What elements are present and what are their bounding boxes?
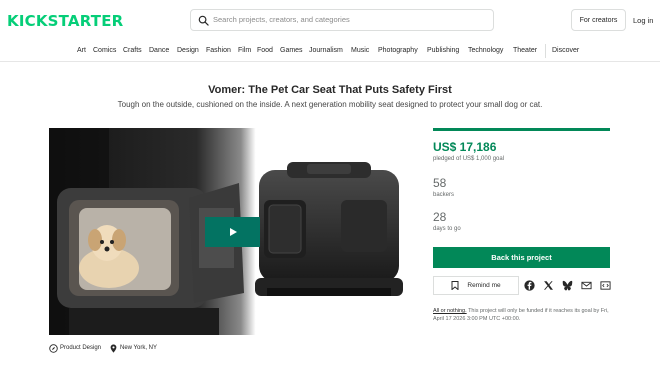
funding-progress-bar	[433, 128, 610, 131]
category-discover[interactable]: Discover	[552, 47, 579, 54]
all-or-nothing-note: All or nothing. This project will only b…	[433, 307, 611, 323]
site-header: KICKSTARTER Search projects, creators, a…	[0, 0, 660, 40]
facebook-icon[interactable]	[524, 280, 535, 291]
days-to-go-label: days to go	[433, 226, 461, 232]
search-input[interactable]: Search projects, creators, and categorie…	[213, 15, 350, 24]
project-location-link[interactable]: New York, NY	[120, 345, 157, 351]
category-dance[interactable]: Dance	[149, 47, 169, 54]
embed-icon[interactable]	[600, 280, 611, 291]
pledged-amount: US$ 17,186	[433, 140, 497, 154]
play-icon	[229, 228, 237, 236]
remind-me-label: Remind me	[467, 282, 501, 289]
login-link[interactable]: Log in	[633, 16, 653, 25]
project-subtitle: Tough on the outside, cushioned on the i…	[117, 100, 543, 109]
days-to-go-count: 28	[433, 210, 447, 224]
category-fashion[interactable]: Fashion	[206, 47, 231, 54]
category-music[interactable]: Music	[351, 47, 369, 54]
project-title: Vomer: The Pet Car Seat That Puts Safety…	[208, 84, 452, 96]
play-button[interactable]	[205, 217, 260, 247]
project-category-link[interactable]: Product Design	[60, 345, 101, 351]
category-games[interactable]: Games	[280, 47, 303, 54]
category-theater[interactable]: Theater	[513, 47, 537, 54]
category-design[interactable]: Design	[177, 47, 199, 54]
pledged-goal-text: pledged of US$ 1,000 goal	[433, 156, 505, 162]
backers-label: backers	[433, 192, 455, 198]
category-photography[interactable]: Photography	[378, 47, 418, 54]
kickstarter-logo[interactable]: KICKSTARTER	[7, 12, 123, 30]
remind-me-button[interactable]: Remind me	[433, 276, 519, 295]
for-creators-button[interactable]: For creators	[571, 9, 626, 31]
category-publishing[interactable]: Publishing	[427, 47, 459, 54]
category-nav: Art Comics Crafts Dance Design Fashion F…	[0, 40, 660, 62]
all-or-nothing-link[interactable]: All or nothing.	[433, 308, 467, 314]
search-icon	[198, 15, 209, 26]
nav-divider	[545, 44, 546, 58]
category-journalism[interactable]: Journalism	[309, 47, 343, 54]
compass-icon	[49, 344, 58, 353]
bluesky-icon[interactable]	[562, 280, 573, 291]
email-icon[interactable]	[581, 280, 592, 291]
category-art[interactable]: Art	[77, 47, 86, 54]
x-icon[interactable]	[543, 280, 554, 291]
location-pin-icon	[110, 344, 117, 353]
back-this-project-button[interactable]: Back this project	[433, 247, 610, 268]
category-film[interactable]: Film	[238, 47, 251, 54]
category-technology[interactable]: Technology	[468, 47, 503, 54]
category-crafts[interactable]: Crafts	[123, 47, 142, 54]
search-box[interactable]: Search projects, creators, and categorie…	[190, 9, 494, 31]
category-food[interactable]: Food	[257, 47, 273, 54]
backers-count: 58	[433, 176, 447, 190]
category-comics[interactable]: Comics	[93, 47, 116, 54]
bookmark-icon	[451, 281, 459, 290]
